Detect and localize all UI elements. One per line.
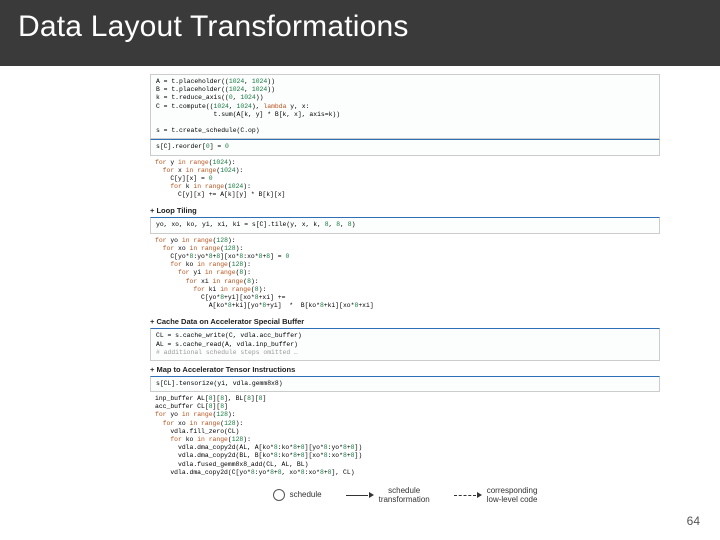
- code-initial-sched: s[C].reorder[0] = 0: [150, 139, 660, 155]
- slide-title: Data Layout Transformations: [0, 0, 720, 66]
- legend-solid-arrow-icon: [346, 492, 374, 498]
- legend-circle-icon: [273, 489, 285, 501]
- code-map-expl: inp_buffer AL[8][8], BL[8][8] acc_buffer…: [150, 392, 660, 480]
- legend: schedule schedule transformation corresp…: [150, 486, 660, 504]
- code-tiling-expl: for yo in range(128): for xo in range(12…: [150, 234, 660, 314]
- section-map: + Map to Accelerator Tensor Instructions: [150, 365, 660, 374]
- legend-dashed-arrow-icon: [454, 492, 482, 498]
- code-initial-expl: for y in range(1024): for x in range(102…: [150, 156, 660, 203]
- page-number: 64: [687, 514, 700, 528]
- code-prelude: A = t.placeholder((1024, 1024)) B = t.pl…: [150, 74, 660, 139]
- section-cache: + Cache Data on Accelerator Special Buff…: [150, 317, 660, 326]
- slide-body: A = t.placeholder((1024, 1024)) B = t.pl…: [0, 66, 720, 504]
- section-tiling: + Loop Tiling: [150, 206, 660, 215]
- code-map-sched: s[CL].tensorize(yi, vdla.gemm8x8): [150, 376, 660, 392]
- code-cache-sched: CL = s.cache_write(C, vdla.acc_buffer) A…: [150, 328, 660, 361]
- code-tiling-sched: yo, xo, ko, yi, xi, ki = s[C].tile(y, x,…: [150, 217, 660, 233]
- legend-lowlevel: corresponding low-level code: [487, 486, 538, 504]
- legend-schedule: schedule: [290, 490, 322, 499]
- legend-transform: schedule transformation: [379, 486, 430, 504]
